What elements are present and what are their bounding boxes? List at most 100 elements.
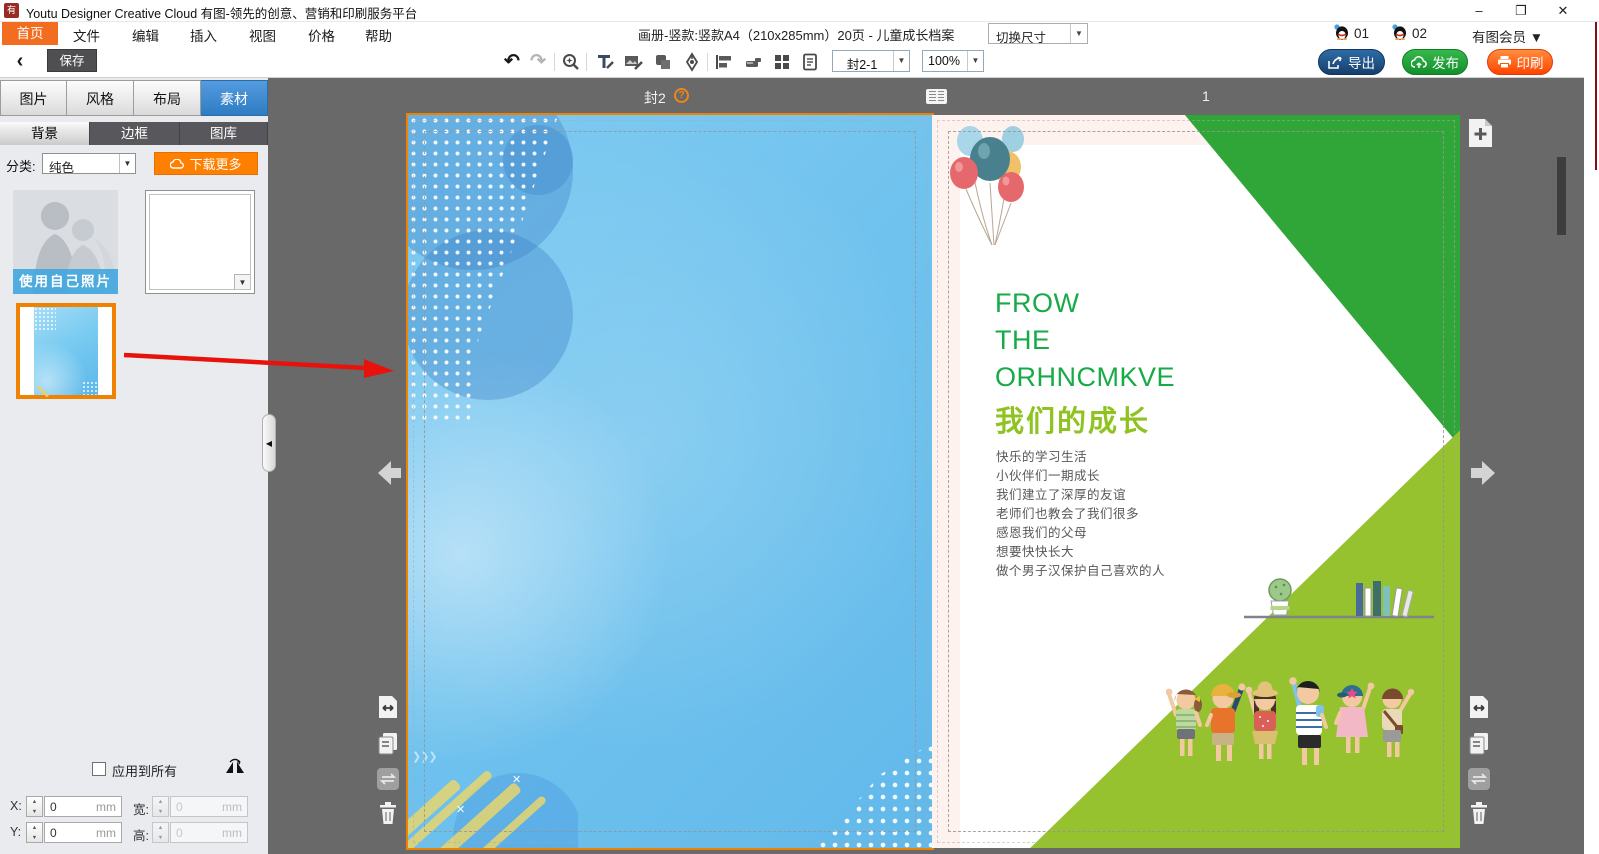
help-icon[interactable]: ?: [674, 88, 689, 103]
qq-account1-icon[interactable]: [1334, 24, 1349, 40]
pen-tool-icon[interactable]: [680, 50, 704, 74]
download-more-button[interactable]: 下载更多: [154, 152, 258, 175]
blank-swatch: ▼: [149, 194, 251, 290]
page-left-cover2[interactable]: [408, 115, 932, 848]
next-page-button[interactable]: [1471, 468, 1482, 478]
body-line[interactable]: 小伙伴们一期成长: [996, 465, 1100, 484]
category-dropdown[interactable]: 纯色 ▼: [42, 153, 136, 174]
tab-layout[interactable]: 布局: [134, 80, 201, 116]
duplicate-page-icon[interactable]: [1467, 730, 1491, 756]
save-button[interactable]: 保存: [47, 49, 97, 72]
export-button[interactable]: 导出: [1318, 49, 1385, 75]
menu-help[interactable]: 帮助: [365, 25, 392, 45]
stamp-tool-icon[interactable]: [741, 50, 765, 74]
body-line[interactable]: 我们建立了深厚的友谊: [996, 484, 1126, 503]
chevron-down-icon[interactable]: ▼: [234, 274, 250, 289]
redo-icon[interactable]: ↷: [526, 50, 550, 74]
duplicate-page-icon[interactable]: [376, 730, 400, 756]
menu-view[interactable]: 视图: [249, 25, 276, 45]
menu-home[interactable]: 首页: [2, 22, 58, 45]
print-button[interactable]: 印刷: [1487, 49, 1553, 75]
page-right-page1[interactable]: FROW THE ORHNCMKVE 我们的成长 快乐的学习生活 小伙伴们一期成…: [932, 115, 1460, 848]
undo-icon[interactable]: ↶: [500, 50, 524, 74]
tab-materials[interactable]: 素材: [201, 80, 268, 116]
close-button[interactable]: ✕: [1546, 0, 1580, 21]
page-list-icon[interactable]: [798, 50, 822, 74]
y-spinner[interactable]: ▲▼: [26, 822, 43, 843]
right-page-label: 1: [1202, 88, 1210, 104]
heading-line2[interactable]: THE: [995, 325, 1051, 356]
publish-button[interactable]: 发布: [1402, 49, 1468, 75]
publish-label: 发布: [1432, 52, 1459, 72]
apply-to-all-checkbox[interactable]: [92, 762, 106, 776]
menu-file[interactable]: 文件: [73, 25, 100, 45]
prev-arrow-icon[interactable]: [378, 461, 391, 485]
text-edit-icon[interactable]: [593, 50, 617, 74]
cloud-upload-icon: [1411, 56, 1427, 69]
body-line[interactable]: 做个男子汉保护自己喜欢的人: [996, 560, 1165, 579]
subtab-border[interactable]: 边框: [90, 122, 180, 145]
delete-page-icon[interactable]: [376, 800, 400, 826]
mirror-flip-icon[interactable]: [224, 758, 246, 776]
align-icon[interactable]: [712, 50, 736, 74]
shape-tool-icon[interactable]: [651, 50, 675, 74]
subtab-background[interactable]: 背景: [0, 122, 90, 145]
chevron-decoration: [412, 750, 437, 763]
balloons-illustration: [940, 117, 1040, 252]
menu-bar: 首页 文件 编辑 插入 视图 价格 帮助 画册-竖款:竖款A4（210x285m…: [0, 22, 1599, 46]
delete-page-icon[interactable]: [1467, 800, 1491, 826]
x-spinner[interactable]: ▲▼: [26, 796, 43, 817]
page-resize-icon[interactable]: [376, 694, 400, 720]
page-selector-dropdown[interactable]: 封2-1 ▼: [832, 50, 910, 72]
x-value: 0: [50, 800, 57, 814]
width-label: 宽:: [133, 799, 149, 818]
size-switch-dropdown[interactable]: 切换尺寸 ▼: [988, 23, 1088, 44]
grid-view-icon[interactable]: [770, 50, 794, 74]
chinese-title[interactable]: 我们的成长: [995, 398, 1150, 440]
download-more-label: 下载更多: [189, 154, 241, 173]
toolbar-separator: [554, 53, 555, 71]
qq-account2-icon[interactable]: [1392, 24, 1407, 40]
subtab-gallery[interactable]: 图库: [180, 122, 268, 145]
prev-page-button[interactable]: [390, 468, 401, 478]
print-label: 印刷: [1517, 52, 1544, 72]
image-edit-icon[interactable]: [621, 50, 645, 74]
chevron-down-icon: ▼: [1070, 24, 1087, 43]
category-value: 纯色: [49, 157, 74, 176]
toolbar-separator: [707, 53, 708, 71]
page-resize-icon[interactable]: [1467, 694, 1491, 720]
vertical-scrollbar-thumb[interactable]: [1557, 157, 1566, 235]
menu-price[interactable]: 价格: [308, 25, 335, 45]
minimize-button[interactable]: –: [1462, 0, 1496, 21]
dot-pattern-decoration: [82, 381, 98, 395]
thumbnail-blue-background-selected[interactable]: [16, 303, 116, 399]
tab-styles[interactable]: 风格: [67, 80, 134, 116]
body-line[interactable]: 想要快快长大: [996, 541, 1074, 560]
add-page-icon[interactable]: [1468, 118, 1493, 148]
tab-pictures[interactable]: 图片: [0, 80, 67, 116]
panel-collapse-handle[interactable]: ◀: [262, 414, 276, 472]
body-line[interactable]: 快乐的学习生活: [996, 446, 1087, 465]
heading-line1[interactable]: FROW: [995, 288, 1079, 319]
maximize-button[interactable]: ❐: [1504, 0, 1538, 21]
body-line[interactable]: 感恩我们的父母: [996, 522, 1087, 541]
magic-zoom-icon[interactable]: [559, 50, 583, 74]
cross-decoration: [512, 773, 521, 786]
thumbnail-own-photo[interactable]: 使用自己照片: [13, 190, 118, 294]
y-input[interactable]: 0 mm: [44, 822, 122, 843]
member-dropdown[interactable]: 有图会员 ▼: [1472, 26, 1543, 46]
category-label: 分类:: [6, 156, 36, 175]
thumbnail-blank-background[interactable]: ▼: [145, 190, 255, 294]
export-icon: [1328, 56, 1343, 69]
body-line[interactable]: 老师们也教会了我们很多: [996, 503, 1139, 522]
zoom-level-dropdown[interactable]: 100% ▼: [922, 50, 984, 72]
heading-line3[interactable]: ORHNCMKVE: [995, 362, 1175, 393]
menu-insert[interactable]: 插入: [190, 25, 217, 45]
height-unit: mm: [222, 826, 242, 840]
x-input[interactable]: 0 mm: [44, 796, 122, 817]
page-selector-value: 封2-1: [833, 54, 891, 73]
next-arrow-icon[interactable]: [1482, 461, 1495, 485]
spread-view-icon[interactable]: [926, 89, 947, 104]
menu-edit[interactable]: 编辑: [132, 25, 159, 45]
back-button[interactable]: ‹: [8, 48, 32, 74]
